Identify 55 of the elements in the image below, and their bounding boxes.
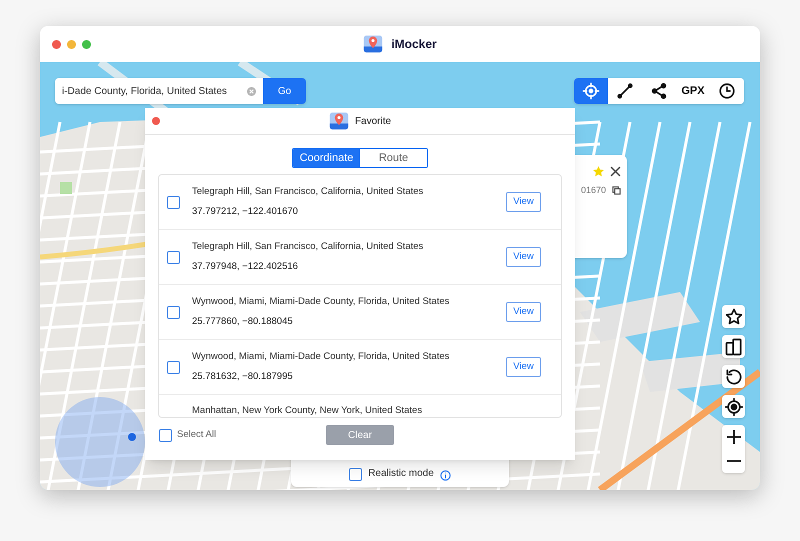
locate-icon — [724, 396, 744, 416]
view-button[interactable]: View — [506, 192, 541, 212]
map-pin-logo-icon — [363, 34, 384, 54]
gpx-button[interactable]: GPX — [676, 78, 710, 104]
window-title: iMocker — [391, 36, 437, 53]
search-field[interactable]: i-Dade County, Florida, United States — [55, 78, 263, 104]
coordinates: 25.777860, −80.188045 — [192, 314, 294, 328]
coordinate-text: 01670 — [580, 184, 606, 197]
favorite-row[interactable]: Wynwood, Miami, Miami-Dade County, Florida, United States 25.781632, −80.187995 View — [159, 340, 561, 395]
plus-icon — [726, 430, 740, 444]
checkbox[interactable] — [349, 468, 362, 481]
toolbar-button[interactable] — [608, 78, 642, 104]
crosshair-icon — [582, 82, 600, 100]
search-text: i-Dade County, Florida, United States — [62, 84, 228, 98]
favorite-row[interactable]: Telegraph Hill, San Francisco, California, United States 37.797948, −122.402516 View — [159, 230, 561, 285]
clock-icon — [718, 82, 736, 100]
view-button[interactable]: View — [506, 302, 541, 322]
realistic-mode-label: Realistic mode — [368, 467, 434, 481]
checkbox[interactable] — [167, 196, 180, 208]
go-button[interactable]: Go — [263, 78, 306, 104]
route-icon — [616, 82, 634, 100]
map-control-button[interactable] — [722, 305, 745, 328]
phones-icon — [724, 336, 744, 356]
select-all-label: Select All — [177, 428, 216, 442]
view-button[interactable]: View — [506, 247, 541, 267]
tab[interactable]: Coordinate — [293, 149, 360, 167]
checkbox[interactable] — [167, 250, 180, 264]
place-name: Telegraph Hill, San Francisco, California, United States — [192, 240, 424, 254]
toolbar-button[interactable] — [710, 78, 744, 104]
checkbox[interactable] — [167, 360, 180, 374]
close-icon[interactable] — [610, 166, 621, 177]
checkbox[interactable] — [167, 306, 180, 318]
map-control-button[interactable] — [722, 365, 745, 388]
star-icon — [724, 306, 744, 326]
place-name: Manhattan, New York County, New York, United States — [192, 404, 424, 417]
place-name: Wynwood, Miami, Miami-Dade County, Florida, United States — [192, 350, 450, 364]
reset-icon — [724, 366, 744, 386]
coordinates: 37.797948, −122.402516 — [192, 260, 299, 274]
map-control-button[interactable] — [722, 395, 745, 418]
star-icon[interactable] — [592, 165, 605, 178]
place-name: Wynwood, Miami, Miami-Dade County, Florida, United States — [192, 295, 450, 310]
coordinates: 25.781632, −80.187995 — [192, 370, 294, 384]
share-icon — [650, 82, 668, 100]
coordinates: 37.797212, −122.401670 — [192, 204, 299, 218]
view-button[interactable]: View — [506, 357, 541, 377]
minus-icon — [726, 460, 740, 462]
checkbox[interactable] — [159, 428, 172, 442]
place-name: Telegraph Hill, San Francisco, California, United States — [192, 185, 424, 200]
dialog-title: Favorite — [354, 114, 392, 128]
copy-icon[interactable] — [612, 186, 621, 196]
map-pin-logo-icon — [328, 111, 349, 131]
favorite-row[interactable]: Telegraph Hill, San Francisco, California, United States 37.797212, −122.401670 View — [159, 175, 561, 230]
map-control-button[interactable] — [722, 335, 745, 358]
info-icon[interactable] — [440, 470, 451, 481]
favorite-row[interactable]: Wynwood, Miami, Miami-Dade County, Florida, United States 25.777860, −80.188045 View — [159, 285, 561, 340]
